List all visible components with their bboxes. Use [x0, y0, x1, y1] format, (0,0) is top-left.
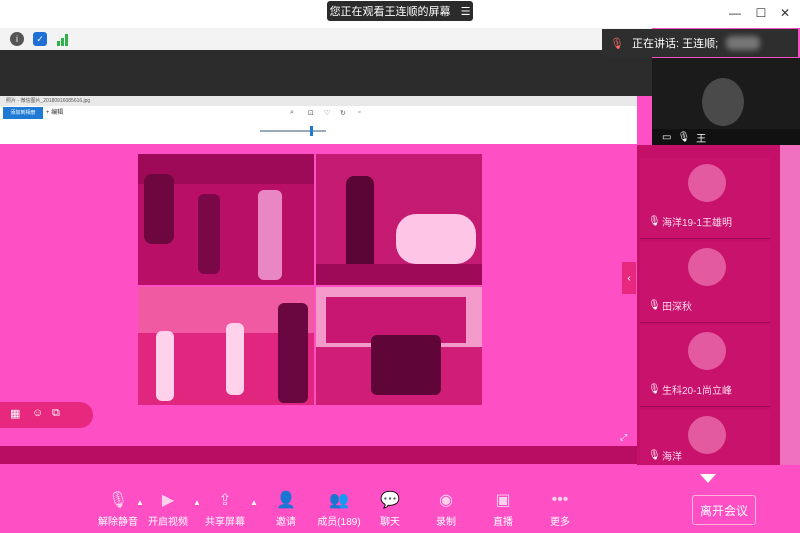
speaking-label: 正在讲话: 王连顺;: [631, 38, 719, 50]
floating-reaction-pill[interactable]: ▦ ☺ ⧉: [0, 402, 93, 428]
mic-icon: 🎙: [677, 131, 691, 143]
participant-avatar: [688, 164, 726, 202]
grid-icon[interactable]: ▦: [10, 407, 20, 420]
screen-icon: ▭: [662, 131, 672, 143]
participant-avatar: [688, 416, 726, 454]
participant-card[interactable]: 🎙 生科20-1尚立峰: [640, 326, 770, 407]
mic-icon: 🎙: [648, 300, 661, 311]
close-button[interactable]: ✕: [776, 4, 794, 22]
emoji-icon[interactable]: ☺: [32, 407, 43, 419]
rotate-icon: ↻: [340, 110, 346, 117]
viewer-title: 照片 - 微信图片_20180916085616.jpg: [0, 96, 637, 106]
menu-icon[interactable]: ☰: [461, 5, 471, 18]
live-button[interactable]: ▣ 直播: [473, 490, 533, 530]
more-icon: •••: [551, 491, 569, 508]
more-button[interactable]: ••• 更多: [530, 490, 590, 530]
record-icon: ◉: [439, 492, 453, 509]
crop-icon: ⊡: [308, 110, 314, 117]
delete-icon: ▫: [358, 109, 361, 116]
shield-icon[interactable]: ✓: [33, 32, 47, 46]
panel-scrollbar[interactable]: [780, 145, 800, 465]
add-user-icon: 👤: [276, 492, 296, 509]
leave-meeting-button[interactable]: 离开会议: [692, 495, 756, 525]
participant-card[interactable]: 🎙 海洋: [640, 410, 770, 464]
blurred-name: [726, 36, 761, 50]
live-icon: ▣: [495, 492, 511, 509]
zoom-slider-thumb: [310, 126, 313, 136]
mic-icon: 🎙: [610, 37, 624, 50]
record-button[interactable]: ◉ 录制: [416, 490, 476, 530]
scroll-down-arrow-icon[interactable]: [700, 474, 716, 483]
minimize-button[interactable]: —: [726, 4, 744, 22]
heart-icon: ♡: [324, 110, 331, 117]
info-icon[interactable]: i: [10, 32, 24, 46]
camera-off-icon: ▶: [161, 492, 175, 509]
viewer-edit: + 编辑: [46, 110, 64, 116]
start-video-button[interactable]: ▶ 开启视频: [138, 490, 198, 530]
self-video-tile[interactable]: ▭ 🎙 王: [652, 58, 800, 145]
share-screen-icon: ⇪: [218, 492, 232, 509]
share-screen-button[interactable]: ⇪ 共享屏幕: [195, 490, 255, 530]
photo-field-filming: [138, 287, 314, 405]
mic-icon: 🎙: [648, 384, 661, 395]
participant-name: 生科20-1尚立峰: [662, 386, 733, 397]
participant-avatar: [688, 332, 726, 370]
mic-icon: 🎙: [648, 450, 661, 461]
banner-text: 您正在观看王连顺的屏幕: [329, 6, 451, 18]
collapse-panel-button[interactable]: ‹: [622, 262, 636, 294]
mic-icon: 🎙: [648, 216, 661, 227]
chat-icon: 💬: [380, 492, 400, 509]
speaking-indicator: 🎙 正在讲话: 王连顺;: [602, 29, 798, 57]
participant-name: 田深秋: [662, 302, 692, 313]
photo-barn-interview: [138, 154, 314, 285]
zoom-slider: [260, 130, 326, 132]
photo-group-outdoor: [316, 287, 482, 405]
viewing-screen-banner[interactable]: 您正在观看王连顺的屏幕 ☰: [327, 1, 473, 21]
chat-button[interactable]: 💬 聊天: [360, 490, 420, 530]
photo-sheep-pen: [316, 154, 482, 285]
screenshot-icon[interactable]: ⧉: [52, 407, 60, 420]
participant-card[interactable]: 🎙 田深秋: [640, 242, 770, 323]
invite-button[interactable]: 👤 邀请: [256, 490, 316, 530]
signal-icon[interactable]: [56, 32, 70, 46]
self-name: 王: [696, 133, 707, 145]
participant-card[interactable]: 🎙 海洋19-1王雄明: [640, 158, 770, 239]
participant-name: 海洋: [662, 452, 682, 463]
zoom-icon: ⌕: [290, 109, 294, 116]
participant-name: 海洋19-1王雄明: [662, 218, 733, 229]
shared-taskbar: [0, 446, 637, 464]
self-video-bar: ▭ 🎙 王: [652, 129, 800, 145]
mic-off-icon: 🎙: [107, 492, 129, 509]
members-icon: 👥: [329, 492, 349, 509]
viewer-album-tab: 添加到相册: [3, 107, 43, 119]
meeting-info-bar: [0, 28, 652, 51]
user-face: [702, 78, 744, 126]
maximize-button[interactable]: ☐: [752, 4, 770, 22]
shared-screen-top: [0, 50, 652, 96]
fullscreen-icon[interactable]: ⤢: [620, 432, 627, 443]
participant-avatar: [688, 248, 726, 286]
